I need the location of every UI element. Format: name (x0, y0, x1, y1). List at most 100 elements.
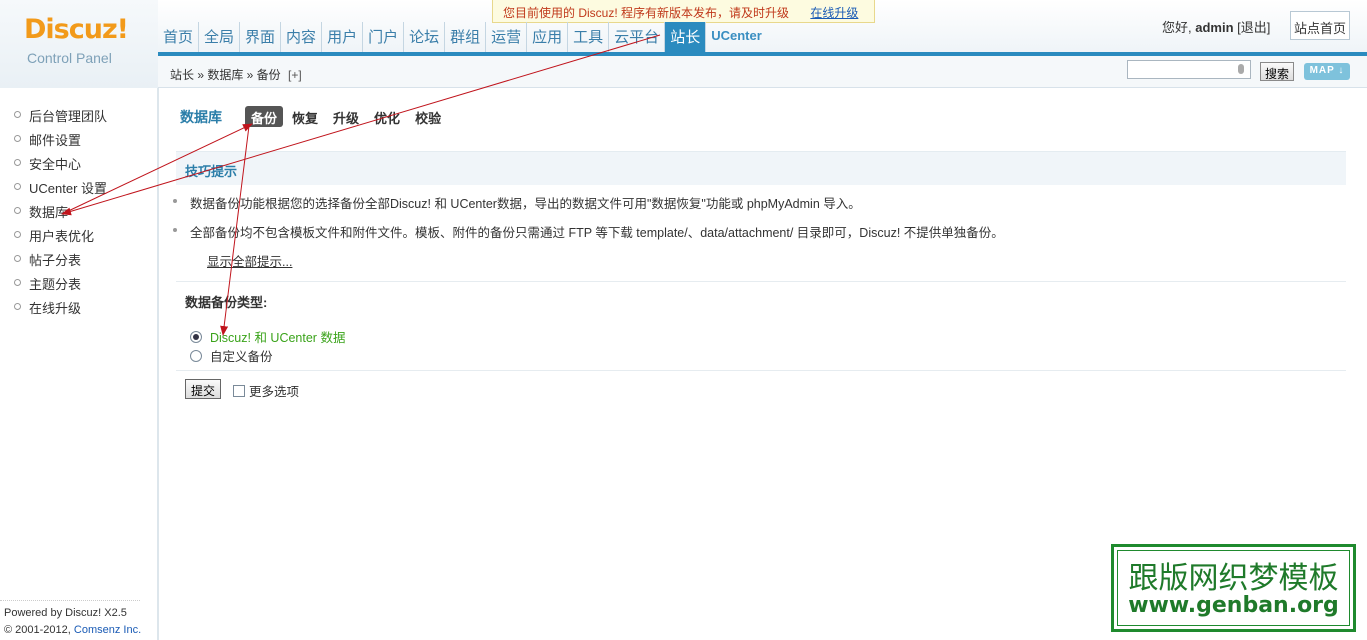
watermark: 跟版网织梦模板 www.genban.org (1111, 544, 1356, 632)
logout-link[interactable]: [退出] (1237, 20, 1270, 35)
sidebar-item-label: 用户表优化 (29, 229, 95, 244)
powered-by: Powered by Discuz! X2.5 (4, 607, 127, 619)
nav-app[interactable]: 应用 (527, 22, 569, 52)
greeting: 您好, (1162, 20, 1192, 35)
header: 您目前使用的 Discuz! 程序有新版本发布，请及时升级 在线升级 首页 全局… (0, 0, 1367, 56)
tab-restore[interactable]: 恢复 (286, 106, 324, 127)
sidebar-item-post-split[interactable]: 帖子分表 (0, 246, 158, 270)
admin-control-panel: 您目前使用的 Discuz! 程序有新版本发布，请及时升级 在线升级 首页 全局… (0, 0, 1367, 640)
nav-content[interactable]: 内容 (281, 22, 323, 52)
more-options[interactable]: 更多选项 (233, 381, 299, 400)
sidebar-item-ucenter[interactable]: UCenter 设置 (0, 174, 158, 198)
backup-option-full[interactable]: Discuz! 和 UCenter 数据 (190, 327, 345, 346)
sidebar-item-label: 主题分表 (29, 277, 82, 292)
divider (176, 370, 1346, 371)
sidebar-item-mail[interactable]: 邮件设置 (0, 126, 158, 150)
online-upgrade-link[interactable]: 在线升级 (810, 6, 858, 20)
sidebar-item-security[interactable]: 安全中心 (0, 150, 158, 174)
bullet-icon (14, 231, 21, 238)
bullet-icon (14, 111, 21, 118)
sidebar-item-label: 帖子分表 (29, 253, 82, 268)
divider (176, 281, 1346, 282)
backup-type-label: 数据备份类型: (185, 295, 268, 310)
radio-button[interactable] (190, 330, 202, 343)
page-title: 数据库 (180, 109, 222, 125)
nav-style[interactable]: 界面 (240, 22, 282, 52)
sidebar-item-label: 后台管理团队 (29, 109, 108, 124)
watermark-url: www.genban.org (1128, 593, 1339, 618)
logo[interactable]: Discuz! Control Panel (0, 0, 158, 88)
nav-webmaster[interactable]: 站长 (665, 22, 707, 52)
copyright-text: © 2001-2012, (4, 624, 74, 636)
search-input[interactable] (1127, 60, 1251, 79)
sidebar-menu: 后台管理团队 邮件设置 安全中心 UCenter 设置 数据库 用户表优化 帖子… (0, 102, 158, 318)
microphone-icon[interactable] (1238, 64, 1244, 74)
sidebar-item-label: UCenter 设置 (29, 181, 108, 196)
tab-backup[interactable]: 备份 (245, 106, 284, 127)
footer-info: Powered by Discuz! X2.5 © 2001-2012, Com… (4, 605, 141, 639)
bullet-icon (14, 159, 21, 166)
nav-forum[interactable]: 论坛 (404, 22, 446, 52)
bullet-icon (14, 207, 21, 214)
tabs: 备份 恢复 升级 优化 校验 (245, 106, 450, 127)
nav-home[interactable]: 首页 (158, 22, 200, 52)
logo-brand: Discuz! (24, 14, 129, 45)
breadcrumb-bar: 站长 » 数据库 » 备份 [+] 搜索 MAP ↓ (158, 56, 1367, 88)
more-options-label: 更多选项 (249, 385, 300, 399)
add-shortcut-button[interactable]: [+] (288, 68, 302, 82)
footer-divider (0, 600, 140, 601)
watermark-title: 跟版网织梦模板 (1128, 561, 1339, 596)
bullet-icon (14, 135, 21, 142)
nav-ucenter[interactable]: UCenter (706, 22, 767, 52)
breadcrumb-text: 站长 » 数据库 » 备份 (170, 68, 281, 82)
sidebar-item-label: 邮件设置 (29, 133, 82, 148)
site-home-button[interactable]: 站点首页 (1290, 11, 1350, 40)
radio-button[interactable] (190, 349, 202, 362)
sidebar: 后台管理团队 邮件设置 安全中心 UCenter 设置 数据库 用户表优化 帖子… (0, 88, 159, 640)
update-notice: 您目前使用的 Discuz! 程序有新版本发布，请及时升级 在线升级 (492, 0, 875, 23)
sidebar-item-admin-team[interactable]: 后台管理团队 (0, 102, 158, 126)
tip-item: 全部备份均不包含模板文件和附件文件。模板、附件的备份只需通过 FTP 等下载 t… (173, 222, 1004, 241)
nav-global[interactable]: 全局 (199, 22, 241, 52)
copyright: © 2001-2012, Comsenz Inc. (4, 622, 141, 639)
sidebar-item-user-table[interactable]: 用户表优化 (0, 222, 158, 246)
update-notice-text: 您目前使用的 Discuz! 程序有新版本发布，请及时升级 (503, 6, 790, 20)
tab-upgrade[interactable]: 升级 (327, 106, 365, 127)
sidebar-item-label: 在线升级 (29, 301, 82, 316)
breadcrumb: 站长 » 数据库 » 备份 [+] (170, 66, 302, 83)
tab-verify[interactable]: 校验 (409, 106, 447, 127)
sidebar-item-thread-split[interactable]: 主题分表 (0, 270, 158, 294)
sidebar-item-upgrade[interactable]: 在线升级 (0, 294, 158, 318)
nav-cloud[interactable]: 云平台 (609, 22, 666, 52)
bullet-icon (173, 228, 177, 232)
bullet-icon (14, 303, 21, 310)
nav-tools[interactable]: 工具 (568, 22, 610, 52)
tip-item: 数据备份功能根据您的选择备份全部Discuz! 和 UCenter数据，导出的数… (173, 193, 861, 212)
logo-subtitle: Control Panel (27, 50, 112, 66)
search-button[interactable]: 搜索 (1260, 62, 1294, 81)
tips-header: 技巧提示 (176, 151, 1346, 185)
bullet-icon (14, 183, 21, 190)
backup-option-custom[interactable]: 自定义备份 (190, 346, 273, 365)
more-options-checkbox[interactable] (233, 384, 245, 397)
sidebar-item-label: 安全中心 (29, 157, 82, 172)
tip-text: 数据备份功能根据您的选择备份全部Discuz! 和 UCenter数据，导出的数… (190, 197, 861, 211)
show-all-tips-link[interactable]: 显示全部提示... (207, 251, 292, 270)
option-label: Discuz! 和 UCenter 数据 (210, 331, 346, 345)
nav-operation[interactable]: 运营 (486, 22, 528, 52)
nav-portal[interactable]: 门户 (363, 22, 405, 52)
main-nav: 首页 全局 界面 内容 用户 门户 论坛 群组 运营 应用 工具 云平台 站长 … (158, 22, 767, 52)
option-label: 自定义备份 (210, 350, 273, 364)
sidebar-item-database[interactable]: 数据库 (0, 198, 158, 222)
tab-optimize[interactable]: 优化 (368, 106, 406, 127)
username: admin (1195, 20, 1234, 35)
map-button[interactable]: MAP ↓ (1304, 63, 1350, 80)
nav-user[interactable]: 用户 (322, 22, 364, 52)
company-link[interactable]: Comsenz Inc. (74, 624, 141, 636)
submit-button[interactable]: 提交 (185, 379, 221, 399)
nav-group[interactable]: 群组 (445, 22, 487, 52)
bullet-icon (14, 279, 21, 286)
user-box: 您好, admin [退出] (1162, 17, 1270, 36)
sidebar-item-label: 数据库 (29, 205, 69, 220)
bullet-icon (14, 255, 21, 262)
